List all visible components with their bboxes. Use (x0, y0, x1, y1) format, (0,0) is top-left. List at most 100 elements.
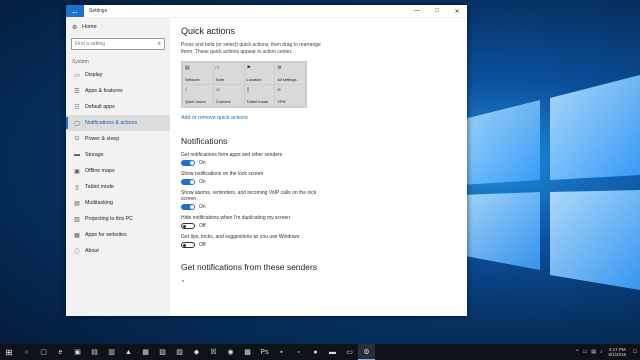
sidebar-item-label: Apps & features (85, 88, 123, 94)
taskbar-app-icon[interactable]: ▤ (86, 344, 103, 360)
taskbar-app-icon[interactable]: ▦ (137, 344, 154, 360)
sidebar-item-label: Default apps (85, 104, 115, 110)
toggle-switch[interactable] (181, 242, 195, 248)
search-input[interactable]: Find a setting ⌕ (71, 38, 165, 50)
taskbar-app-icon[interactable]: ⚙ (358, 344, 375, 360)
taskbar-app-icon[interactable]: Ps (256, 344, 273, 360)
taskbar-app-icon[interactable]: ▲ (120, 344, 137, 360)
setting-label: Get notifications from apps and other se… (181, 152, 283, 158)
taskbar-app-icon[interactable]: e (52, 344, 69, 360)
quick-action-tile[interactable]: □ Note (213, 63, 244, 84)
quick-action-tile[interactable]: ∞ VPN (275, 85, 305, 106)
sidebar: ⚙ Home Find a setting ⌕ System ▭ Display ☰… (66, 18, 170, 316)
main-content: Quick actions Press and hold (or select)… (181, 18, 457, 316)
taskbar-app-icon[interactable]: ▬ (324, 344, 341, 360)
quick-action-label: VPN (277, 99, 286, 104)
taskbar-app-icon[interactable]: ▧ (154, 344, 171, 360)
sidebar-item-label: About (85, 248, 99, 254)
taskbar-app-icon[interactable]: ▪ (273, 344, 290, 360)
toggle-state-label: On (199, 160, 206, 166)
taskbar-app-icon[interactable]: ▥ (103, 344, 120, 360)
sidebar-item[interactable]: ▬ Storage (66, 147, 170, 163)
quick-action-tile[interactable]: ▯ Tablet mode (244, 85, 275, 106)
sidebar-item[interactable]: ▦ Apps for websites (66, 227, 170, 243)
sidebar-item[interactable]: ⏻ Power & sleep (66, 131, 170, 147)
sidebar-item[interactable]: ▯ Tablet mode (66, 179, 170, 195)
search-placeholder: Find a setting (75, 41, 106, 47)
maximize-button[interactable]: □ (427, 5, 447, 17)
taskbar-app-icon[interactable]: ○ (18, 344, 35, 360)
battery-icon[interactable]: ▭ (583, 349, 588, 355)
tray-overflow-icon[interactable]: ^ (576, 349, 578, 355)
sidebar-item-label: Apps for websites (85, 232, 127, 238)
sidebar-item-icon: ▥ (74, 216, 80, 223)
sidebar-item-icon: ▦ (74, 232, 80, 239)
window-title: Settings (89, 8, 108, 14)
notification-setting: Get notifications from apps and other se… (181, 152, 457, 166)
back-arrow-icon[interactable]: ← (66, 5, 84, 17)
taskbar-app-icon[interactable]: ▣ (69, 344, 86, 360)
taskbar-app-icon[interactable]: ▩ (239, 344, 256, 360)
quick-action-tile[interactable]: ⚙ All settings (275, 63, 305, 84)
gear-icon: ⚙ (72, 24, 78, 31)
taskbar-app-icon[interactable]: ▫ (290, 344, 307, 360)
quick-actions-grid: ▤ Network □ Note ⚑ Location ⚙ All settings ☾ Quie… (181, 61, 307, 108)
add-remove-quick-actions-link[interactable]: Add or remove quick actions (181, 115, 457, 121)
system-tray: ^ ▭ ▤ ♪ 4:17 PM 8/1/2016 □ (574, 347, 640, 358)
taskbar-app-icon[interactable]: ▭ (341, 344, 358, 360)
toggle-state-label: On (199, 204, 206, 210)
setting-label: Show notifications on the lock screen (181, 171, 264, 177)
sidebar-item[interactable]: ☰ Apps & features (66, 83, 170, 99)
toggle-switch[interactable] (181, 179, 195, 185)
sidebar-item[interactable]: ▢ Notifications & actions (66, 115, 170, 131)
sidebar-item[interactable]: ▤ Multitasking (66, 195, 170, 211)
minimize-button[interactable]: — (407, 5, 427, 17)
quick-action-icon: ∞ (277, 87, 281, 93)
desktop-wallpaper-windows-logo (440, 60, 640, 290)
setting-label: Get tips, tricks, and suggestions as you… (181, 234, 300, 240)
taskbar-app-icon[interactable]: ● (307, 344, 324, 360)
quick-action-label: Note (215, 77, 225, 82)
quick-action-tile[interactable]: ☾ Quiet hours (183, 85, 213, 106)
loading-spinner-icon: ∘ (181, 279, 185, 285)
start-button[interactable]: ⊞ (0, 348, 18, 357)
taskbar-app-icon[interactable]: ☒ (205, 344, 222, 360)
sidebar-item[interactable]: ⓘ About (66, 243, 170, 259)
clock[interactable]: 4:17 PM 8/1/2016 (608, 347, 626, 358)
setting-label: Hide notifications when I'm duplicating … (181, 215, 291, 221)
action-center-icon[interactable]: □ (630, 349, 640, 355)
sidebar-item-icon: ▯ (75, 184, 79, 191)
sidebar-item-label: Projecting to this PC (85, 216, 133, 222)
taskbar-app-icon[interactable]: ◉ (222, 344, 239, 360)
sidebar-item-icon: ☷ (74, 104, 80, 111)
sidebar-item-label: Tablet mode (85, 184, 114, 190)
sidebar-item-label: Storage (85, 152, 104, 158)
toggle-switch[interactable] (181, 204, 195, 210)
quick-action-tile[interactable]: ▤ Network (183, 63, 213, 84)
sidebar-home[interactable]: ⚙ Home (66, 20, 170, 34)
toggle-switch[interactable] (181, 223, 195, 229)
notification-setting: Show notifications on the lock screen On (181, 171, 457, 185)
setting-label: Show alarms, reminders, and incoming VoI… (181, 190, 317, 202)
taskbar-app-icon[interactable]: ◆ (188, 344, 205, 360)
sidebar-item[interactable]: ☷ Default apps (66, 99, 170, 115)
quick-action-icon: ▤ (185, 65, 190, 71)
sidebar-item[interactable]: ▣ Offline maps (66, 163, 170, 179)
taskbar-app-icon[interactable]: ▢ (35, 344, 52, 360)
toggle-state-label: Off (199, 242, 206, 248)
sidebar-item-label: Offline maps (85, 168, 115, 174)
quick-action-tile[interactable]: ⚑ Location (244, 63, 275, 84)
quick-action-icon: □ (215, 65, 219, 71)
volume-icon[interactable]: ♪ (600, 349, 603, 355)
quick-action-icon: ☾ (185, 87, 190, 93)
taskbar-app-icon[interactable]: ▨ (171, 344, 188, 360)
quick-action-label: Connect (215, 99, 231, 104)
close-button[interactable]: ✕ (447, 5, 467, 17)
quick-action-label: Location (246, 77, 262, 82)
network-icon[interactable]: ▤ (591, 349, 596, 355)
quick-action-tile[interactable]: ▭ Connect (213, 85, 244, 106)
sidebar-item[interactable]: ▭ Display (66, 67, 170, 83)
toggle-switch[interactable] (181, 160, 195, 166)
sidebar-item[interactable]: ▥ Projecting to this PC (66, 211, 170, 227)
notifications-heading: Notifications (181, 136, 228, 146)
